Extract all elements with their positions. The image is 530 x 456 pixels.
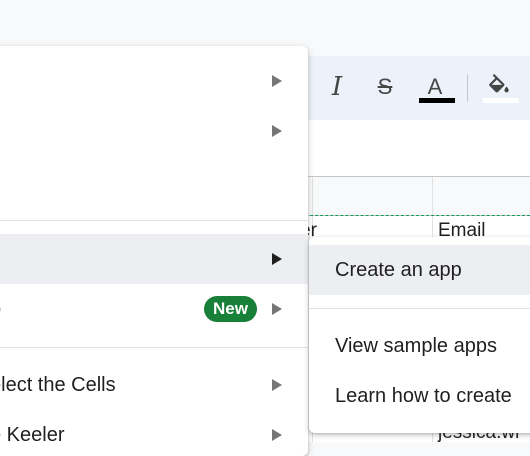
menu-item-label: elect the Cells bbox=[0, 374, 116, 396]
copy-selection-border bbox=[300, 215, 530, 216]
menu-divider bbox=[0, 220, 308, 221]
menu-divider bbox=[0, 347, 308, 348]
learn-how-item[interactable]: Learn how to create bbox=[309, 371, 530, 421]
submenu-arrow-icon bbox=[272, 75, 282, 87]
new-badge: New bbox=[204, 296, 257, 322]
submenu-item-label: View sample apps bbox=[335, 335, 497, 357]
strikethrough-button[interactable]: S bbox=[368, 70, 402, 104]
view-sample-apps-item[interactable]: View sample apps bbox=[309, 321, 530, 371]
toolbar-divider bbox=[467, 74, 468, 102]
submenu-item-label: Create an app bbox=[335, 259, 462, 281]
strikethrough-icon: S bbox=[377, 74, 393, 99]
dropdown-menu: p New elect the Cells e Keeler bbox=[0, 46, 308, 456]
paint-bucket-icon bbox=[489, 74, 509, 93]
submenu-arrow-icon bbox=[272, 303, 282, 315]
menu-item[interactable]: e Keeler bbox=[0, 410, 308, 456]
submenu-arrow-icon bbox=[272, 429, 282, 441]
submenu-arrow-icon bbox=[272, 379, 282, 391]
fill-color-swatch bbox=[483, 98, 519, 103]
menu-item[interactable] bbox=[0, 106, 308, 156]
submenu-arrow-icon bbox=[272, 125, 282, 137]
menu-item[interactable]: p New bbox=[0, 284, 308, 334]
menu-item-label: p bbox=[0, 284, 1, 334]
menu-item-label: e Keeler bbox=[0, 424, 65, 446]
submenu-divider bbox=[309, 308, 530, 309]
create-app-item[interactable]: Create an app bbox=[309, 245, 530, 295]
italic-button[interactable]: I bbox=[320, 70, 354, 104]
submenu-item-label: Learn how to create bbox=[335, 385, 512, 407]
appsheet-submenu: Create an app View sample apps Learn how… bbox=[309, 237, 530, 433]
italic-icon: I bbox=[331, 72, 343, 102]
menu-item[interactable] bbox=[0, 56, 308, 106]
fill-color-button[interactable] bbox=[482, 70, 519, 104]
submenu-arrow-icon bbox=[272, 253, 282, 265]
menu-item[interactable]: elect the Cells bbox=[0, 360, 308, 410]
text-color-swatch bbox=[419, 98, 455, 103]
text-color-icon: A bbox=[427, 74, 443, 99]
menu-item-appsheet[interactable] bbox=[0, 234, 308, 284]
text-color-button[interactable]: A bbox=[418, 70, 455, 104]
